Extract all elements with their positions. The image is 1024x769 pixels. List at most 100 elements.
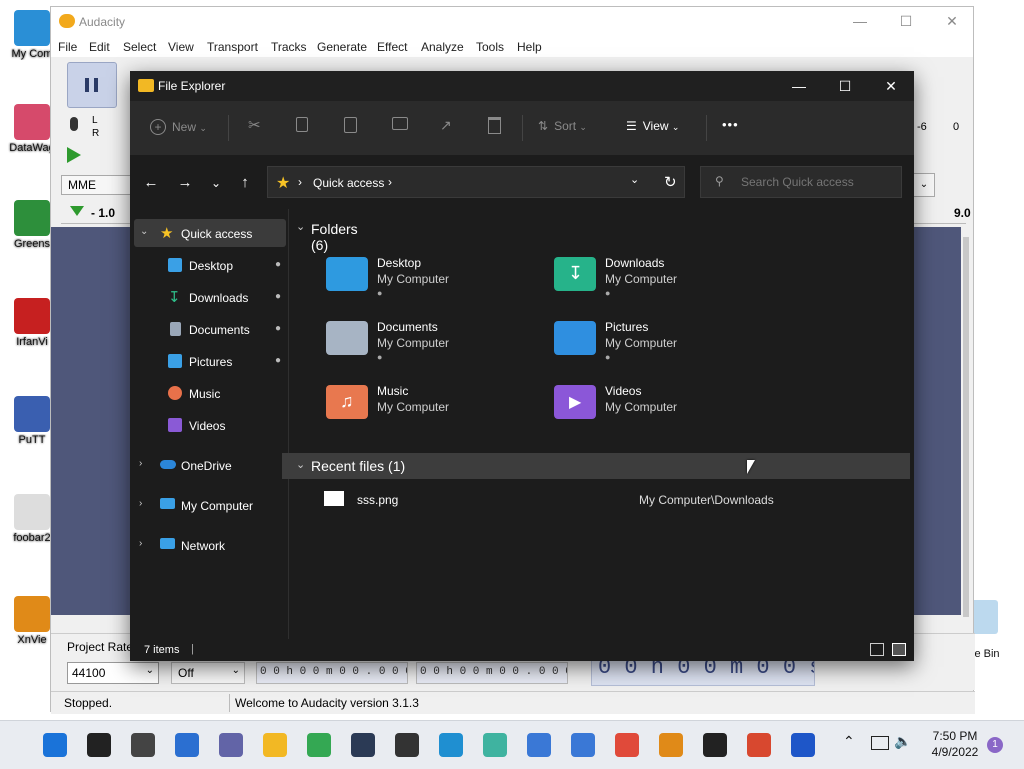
expand-chevron-icon[interactable]: › (139, 458, 142, 469)
menu-select[interactable]: Select (123, 40, 156, 54)
collapse-chevron-icon[interactable]: ⌄ (296, 220, 305, 233)
play-icon[interactable] (67, 147, 81, 163)
explorer-maximize-button[interactable]: ☐ (822, 71, 868, 101)
explorer-titlebar[interactable]: File Explorer — ☐ ✕ (130, 71, 914, 101)
selection-end-time[interactable]: 0 0 h 0 0 m 0 0 . 0 0 0 s (416, 662, 568, 684)
forward-arrow-icon[interactable]: → (174, 173, 196, 193)
calculator-icon[interactable] (351, 733, 375, 757)
close-button[interactable]: ✕ (929, 13, 975, 30)
breadcrumb-quick-access[interactable]: Quick access (313, 176, 384, 190)
folder-documents[interactable]: Documents My Computer ● (290, 317, 500, 373)
delete-icon[interactable] (488, 117, 501, 134)
expand-chevron-icon[interactable]: › (139, 498, 142, 509)
recent-locations-chevron-icon[interactable]: ⌄ (205, 173, 227, 193)
expand-chevron-icon[interactable]: › (139, 538, 142, 549)
app-b-icon[interactable] (571, 733, 595, 757)
file-explorer-icon[interactable] (263, 733, 287, 757)
sidebar-item-onedrive[interactable]: › OneDrive (130, 451, 285, 479)
widgets-icon[interactable] (175, 733, 199, 757)
clock-icon[interactable] (395, 733, 419, 757)
vertical-scrollbar[interactable] (961, 227, 973, 617)
recent-file-row[interactable]: sss.png My Computer\Downloads (290, 489, 910, 513)
dropdown-chevron-icon[interactable]: ⌄ (913, 173, 935, 197)
breadcrumb-next-chevron-icon[interactable]: › (388, 175, 392, 189)
view-button[interactable]: ☰ View ⌄ (626, 119, 679, 133)
search-box[interactable]: ⚲ (700, 166, 902, 198)
sort-button[interactable]: ⇅ Sort ⌄ (538, 119, 587, 133)
expand-chevron-icon[interactable]: ⌄ (140, 226, 148, 237)
menu-analyze[interactable]: Analyze (421, 40, 464, 54)
folder-videos[interactable]: ▶ Videos My Computer (518, 381, 728, 437)
search-icon[interactable] (87, 733, 111, 757)
collapse-chevron-icon[interactable]: ⌄ (296, 458, 305, 471)
sidebar-item-desktop[interactable]: Desktop ● (130, 251, 285, 279)
pause-button[interactable] (67, 62, 117, 108)
network-status-icon[interactable] (871, 736, 889, 750)
cut-icon[interactable]: ✂ (248, 116, 261, 134)
breadcrumb-chevron-icon[interactable]: › (298, 175, 302, 189)
sidebar-item-documents[interactable]: Documents ● (130, 315, 285, 343)
folder-desktop[interactable]: Desktop My Computer ● (290, 253, 500, 309)
up-arrow-icon[interactable]: ↑ (234, 173, 256, 193)
menu-transport[interactable]: Transport (207, 40, 258, 54)
app-c-icon[interactable] (615, 733, 639, 757)
menu-tools[interactable]: Tools (476, 40, 504, 54)
notification-badge[interactable]: 1 (987, 737, 1003, 753)
foobar-icon[interactable] (703, 733, 727, 757)
sidebar-item-my-computer[interactable]: › My Computer (130, 491, 285, 519)
menu-edit[interactable]: Edit (89, 40, 110, 54)
project-rate-select[interactable]: 44100 ⌄ (67, 662, 159, 684)
chrome-icon[interactable] (307, 733, 331, 757)
refresh-icon[interactable]: ↻ (664, 173, 677, 191)
selection-start-time[interactable]: 0 0 h 0 0 m 0 0 . 0 0 0 s (256, 662, 408, 684)
sidebar-item-music[interactable]: Music (130, 379, 285, 407)
sidebar-item-pictures[interactable]: Pictures ● (130, 347, 285, 375)
address-dropdown-icon[interactable]: ⌄ (630, 173, 639, 186)
address-bar[interactable]: ★ › Quick access › ⌄ ↻ (267, 166, 685, 198)
details-view-icon[interactable] (870, 643, 884, 656)
menu-generate[interactable]: Generate (317, 40, 367, 54)
app-a-icon[interactable] (527, 733, 551, 757)
start-icon[interactable] (43, 733, 67, 757)
sidebar-item-videos[interactable]: Videos (130, 411, 285, 439)
minimize-button[interactable]: — (837, 13, 883, 29)
maximize-button[interactable]: ☐ (883, 13, 929, 30)
explorer-minimize-button[interactable]: — (776, 71, 822, 101)
sidebar-item-downloads[interactable]: ↧ Downloads ● (130, 283, 285, 311)
folder-pictures[interactable]: Pictures My Computer ● (518, 317, 728, 373)
volume-icon[interactable]: 🔈 (894, 733, 911, 750)
show-hidden-icons-chevron-icon[interactable]: ⌃ (843, 733, 855, 750)
sidebar-item-quick-access[interactable]: ⌄ ★ Quick access (134, 219, 286, 247)
copy-icon[interactable] (296, 117, 308, 132)
recent-files-section-header[interactable]: ⌄ Recent files (1) (282, 453, 910, 479)
share-icon[interactable]: ↗ (440, 117, 452, 134)
new-button[interactable]: + New ⌄ (150, 119, 207, 135)
edge-icon[interactable] (439, 733, 463, 757)
snap-select[interactable]: Off ⌄ (171, 662, 245, 684)
app-d-icon[interactable] (747, 733, 771, 757)
rename-icon[interactable] (392, 117, 408, 130)
sidebar-item-network[interactable]: › Network (130, 531, 285, 559)
task-view-icon[interactable] (131, 733, 155, 757)
paste-icon[interactable] (344, 117, 357, 133)
cloud-icon (160, 460, 176, 469)
clock-time[interactable]: 7:50 PM (926, 729, 984, 743)
teams-icon[interactable] (219, 733, 243, 757)
menu-tracks[interactable]: Tracks (271, 40, 307, 54)
large-icons-view-icon[interactable] (892, 643, 906, 656)
menu-help[interactable]: Help (517, 40, 542, 54)
xnview-icon[interactable] (659, 733, 683, 757)
menu-view[interactable]: View (168, 40, 194, 54)
back-arrow-icon[interactable]: ← (140, 173, 162, 193)
menu-file[interactable]: File (58, 40, 77, 54)
app-e-icon[interactable] (791, 733, 815, 757)
maps-icon[interactable] (483, 733, 507, 757)
folder-music[interactable]: ♫ Music My Computer (290, 381, 500, 437)
more-options-button[interactable]: ••• (722, 117, 739, 132)
search-input[interactable] (739, 174, 893, 190)
audio-host-select[interactable]: MME (61, 175, 133, 195)
clock-date[interactable]: 4/9/2022 (926, 745, 984, 759)
explorer-close-button[interactable]: ✕ (868, 71, 914, 101)
folder-downloads[interactable]: ↧ Downloads My Computer ● (518, 253, 728, 309)
menu-effect[interactable]: Effect (377, 40, 407, 54)
